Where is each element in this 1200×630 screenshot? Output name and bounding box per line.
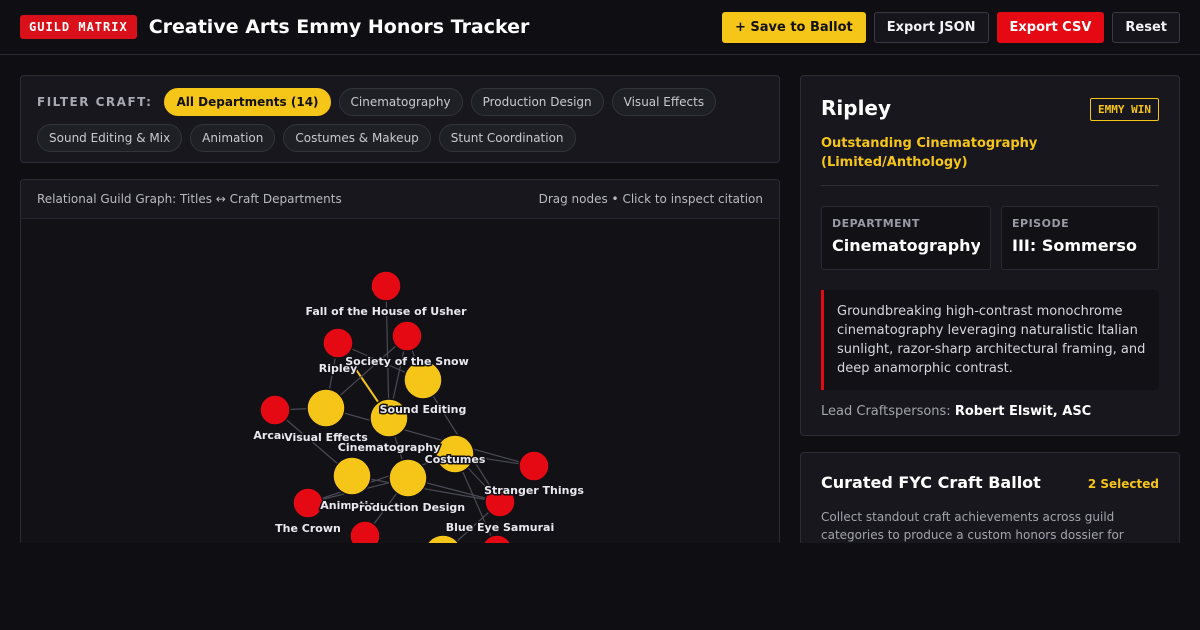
graph-node-label-stranger: Stranger Things bbox=[484, 484, 584, 497]
top-actions: + Save to Ballot Export JSON Export CSV … bbox=[721, 11, 1180, 43]
graph-node-snow[interactable] bbox=[391, 320, 423, 352]
top-bar: GUILD MATRIX Creative Arts Emmy Honors T… bbox=[0, 0, 1200, 55]
save-to-ballot-button[interactable]: + Save to Ballot bbox=[721, 11, 866, 43]
graph-node-label-snow: Society of the Snow bbox=[345, 355, 469, 368]
department-value: Cinematography bbox=[832, 236, 980, 255]
filter-label: FILTER CRAFT: bbox=[37, 95, 153, 109]
graph-header: Relational Guild Graph: Titles ↔ Craft D… bbox=[21, 180, 779, 219]
meta-row: DEPARTMENT Cinematography EPISODE III: S… bbox=[821, 206, 1159, 270]
lead-value: Robert Elswit, ASC bbox=[954, 404, 1092, 419]
graph-node-vfx[interactable] bbox=[306, 388, 346, 428]
node-layer: Fall of the House of UsherRipleySociety … bbox=[252, 270, 586, 574]
filter-chip-sound-editing-mix[interactable]: Sound Editing & Mix bbox=[37, 124, 183, 152]
department-box: DEPARTMENT Cinematography bbox=[821, 206, 991, 270]
episode-box: EPISODE III: Sommerso bbox=[1001, 206, 1159, 270]
graph-node-usher[interactable] bbox=[370, 270, 402, 302]
graph-node-anim[interactable] bbox=[332, 456, 372, 496]
relational-graph[interactable]: Fall of the House of UsherRipleySociety … bbox=[21, 220, 779, 579]
graph-node-arcane[interactable] bbox=[259, 394, 291, 426]
app-title: Creative Arts Emmy Honors Tracker bbox=[148, 16, 530, 38]
graph-node-label-costumes: Costumes bbox=[425, 453, 486, 466]
export-csv-button[interactable]: Export CSV bbox=[996, 11, 1105, 43]
graph-node-label-usher: Fall of the House of Usher bbox=[305, 305, 467, 318]
filter-chip-all-departments-14[interactable]: All Departments (14) bbox=[164, 88, 331, 116]
filter-chip-row: FILTER CRAFT: All Departments (14) Cinema… bbox=[37, 88, 763, 152]
graph-title: Relational Guild Graph: Titles ↔ Craft D… bbox=[37, 192, 342, 206]
filter-chip-production-design[interactable]: Production Design bbox=[470, 88, 604, 116]
graph-node-label-prod: Production Design bbox=[351, 501, 465, 514]
filter-chip-visual-effects[interactable]: Visual Effects bbox=[611, 88, 717, 116]
export-json-button[interactable]: Export JSON bbox=[873, 11, 989, 43]
department-label: DEPARTMENT bbox=[832, 217, 920, 230]
episode-value: III: Sommerso bbox=[1012, 236, 1137, 255]
episode-label: EPISODE bbox=[1012, 217, 1070, 230]
divider bbox=[821, 185, 1159, 186]
citation-text: Groundbreaking high-contrast monochrome … bbox=[821, 290, 1159, 390]
brand-badge: GUILD MATRIX bbox=[20, 15, 137, 39]
filter-chip-animation[interactable]: Animation bbox=[190, 124, 276, 152]
ballot-count: 2 Selected bbox=[1087, 477, 1159, 491]
emmy-win-badge: EMMY WIN bbox=[1090, 98, 1159, 121]
graph-node-ripley[interactable] bbox=[322, 327, 354, 359]
lead-label: Lead Craftspersons: bbox=[821, 404, 951, 419]
lead-craftspersons: Lead Craftspersons: Robert Elswit, ASC bbox=[821, 404, 1159, 419]
ballot-description: Collect standout craft achievements acro… bbox=[821, 510, 1124, 542]
graph-node-stranger[interactable] bbox=[518, 450, 550, 482]
filter-chip-costumes-makeup[interactable]: Costumes & Makeup bbox=[283, 124, 431, 152]
graph-node-crown[interactable] bbox=[292, 487, 324, 519]
filter-chip-cinematography[interactable]: Cinematography bbox=[338, 88, 463, 116]
graph-node-prod[interactable] bbox=[388, 458, 428, 498]
detail-category: Outstanding Cinematography (Limited/Anth… bbox=[821, 136, 1038, 170]
viewport-bottom bbox=[0, 543, 1200, 630]
graph-hint: Drag nodes • Click to inspect citation bbox=[538, 192, 763, 206]
reset-button[interactable]: Reset bbox=[1112, 11, 1180, 43]
graph-node-label-crown: The Crown bbox=[275, 522, 341, 535]
filter-panel: FILTER CRAFT: All Departments (14) Cinema… bbox=[20, 75, 780, 163]
citation-detail-card: Ripley EMMY WIN Outstanding Cinematograp… bbox=[800, 75, 1180, 436]
graph-node-label-sound: Sound Editing bbox=[380, 403, 467, 416]
graph-panel: Relational Guild Graph: Titles ↔ Craft D… bbox=[20, 179, 780, 579]
graph-node-label-blueeye: Blue Eye Samurai bbox=[446, 521, 555, 534]
filter-chip-stunt-coordination[interactable]: Stunt Coordination bbox=[438, 124, 576, 152]
